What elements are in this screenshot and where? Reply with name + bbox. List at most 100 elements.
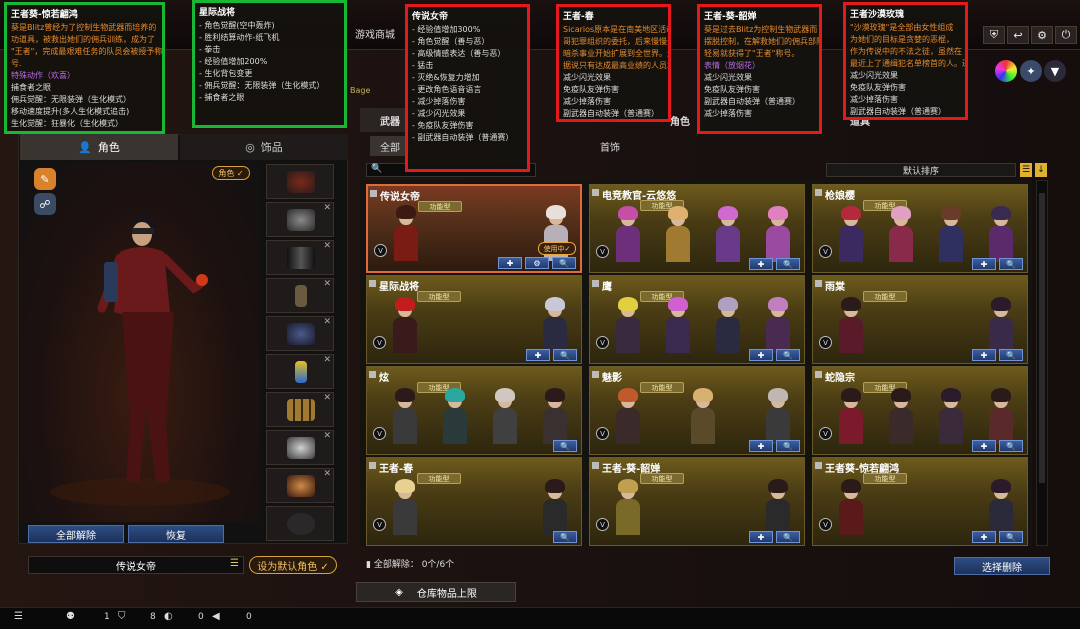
close-icon[interactable]: ✕ <box>323 393 331 403</box>
warehouse-limit-button[interactable]: ◈ 仓库物品上限 <box>356 582 516 602</box>
emblem-icon[interactable]: ▼ <box>1044 60 1066 82</box>
search-icon[interactable]: 🔍 <box>553 531 577 543</box>
search-icon[interactable]: 🔍 <box>776 440 800 452</box>
subtab-all[interactable]: 全部 <box>370 136 410 156</box>
shield-icon[interactable]: ⛨ <box>983 26 1005 44</box>
add-icon[interactable]: ✚ <box>526 349 550 361</box>
voice-icon[interactable]: V <box>596 336 609 349</box>
character-type-icon[interactable]: ✎ <box>34 168 56 190</box>
character-card[interactable]: 魅影 功能型 V ✚ 🔍 <box>589 366 805 455</box>
gear-icon[interactable]: ⚙ <box>1031 26 1053 44</box>
add-icon[interactable]: ✚ <box>749 440 773 452</box>
search-icon[interactable]: 🔍 <box>552 257 576 269</box>
sort-select[interactable]: 默认排序 <box>826 163 1016 177</box>
search-icon[interactable]: 🔍 <box>999 531 1023 543</box>
character-card[interactable]: 王者-春 功能型 V 🔍 <box>366 457 582 546</box>
subtab-accessory[interactable]: 首饰 <box>600 136 620 156</box>
search-icon[interactable]: 🔍 <box>776 531 800 543</box>
nav-game-mall[interactable]: 游戏商城 <box>355 26 395 42</box>
add-icon[interactable]: ✚ <box>972 258 996 270</box>
voice-icon[interactable]: V <box>373 427 386 440</box>
equip-slot[interactable]: ✕ <box>266 202 334 237</box>
voice-icon[interactable]: V <box>373 518 386 531</box>
restore-button[interactable]: 恢复 <box>128 525 224 543</box>
list-icon[interactable]: ☰ <box>230 558 239 569</box>
close-icon[interactable]: ✕ <box>323 469 331 479</box>
character-card[interactable]: 炫功能型 V 🔍 <box>366 366 582 455</box>
voice-icon[interactable]: V <box>819 427 832 440</box>
character-portrait <box>988 477 1014 535</box>
scroll-thumb[interactable] <box>1039 193 1045 483</box>
character-type-icon-2[interactable]: ☍ <box>34 193 56 215</box>
sort-arrow-icon[interactable]: ↓ <box>1035 163 1047 177</box>
return-icon[interactable]: ↩ <box>1007 26 1029 44</box>
equip-slot[interactable]: ✕ <box>266 430 334 465</box>
set-default-button[interactable]: 设为默认角色 ✓ <box>249 556 337 574</box>
equip-slot[interactable]: ✕ <box>266 240 334 275</box>
close-icon[interactable]: ✕ <box>323 355 331 365</box>
character-card[interactable]: 王者-葵-韶婵 功能型 V ✚ 🔍 <box>589 457 805 546</box>
close-icon[interactable]: ✕ <box>323 317 331 327</box>
overlay-line: - 经验值增加300% <box>412 25 481 34</box>
character-card[interactable]: 传说女帝 功能型 V 使用中✓ ✚ ⚙ 🔍 <box>366 184 582 273</box>
tab-accessory[interactable]: ◎ 饰品 <box>180 134 348 160</box>
release-all-button[interactable]: 全部解除 <box>28 525 124 543</box>
voice-icon[interactable]: V <box>373 336 386 349</box>
character-card[interactable]: 蛇隐宗 功能型 V ✚ 🔍 <box>812 366 1028 455</box>
voice-icon[interactable]: V <box>819 518 832 531</box>
search-icon[interactable]: 🔍 <box>999 258 1023 270</box>
tab-character[interactable]: 👤 角色 <box>20 134 178 160</box>
equip-slot[interactable]: ✕ <box>266 316 334 351</box>
list-view-icon[interactable]: ☰ <box>1020 163 1032 177</box>
close-icon[interactable]: ✕ <box>323 279 331 289</box>
chat-icon[interactable]: ◐ <box>164 611 173 622</box>
search-icon[interactable]: 🔍 <box>553 349 577 361</box>
search-icon[interactable]: 🔍 <box>553 440 577 452</box>
voice-icon[interactable]: V <box>596 245 609 258</box>
character-card[interactable]: 雨棠 功能型 V ✚ 🔍 <box>812 275 1028 364</box>
add-icon[interactable]: ✚ <box>498 257 522 269</box>
close-icon[interactable]: ✕ <box>323 431 331 441</box>
voice-icon[interactable]: V <box>819 336 832 349</box>
equip-slot[interactable]: ✕ <box>266 392 334 427</box>
equip-slot[interactable]: ✕ <box>266 354 334 389</box>
menu-icon[interactable]: ☰ <box>14 611 23 622</box>
add-icon[interactable]: ✚ <box>749 258 773 270</box>
search-icon[interactable]: 🔍 <box>999 440 1023 452</box>
voice-icon[interactable]: V <box>596 518 609 531</box>
grid-scrollbar[interactable] <box>1036 180 1048 546</box>
character-card[interactable]: 枪娘樱 功能型 V ✚ 🔍 <box>812 184 1028 273</box>
voice-icon[interactable]: V <box>819 245 832 258</box>
equip-slot-empty[interactable] <box>266 506 334 541</box>
add-icon[interactable]: ✚ <box>749 531 773 543</box>
search-icon[interactable]: 🔍 <box>999 349 1023 361</box>
add-icon[interactable]: ✚ <box>972 440 996 452</box>
add-icon[interactable]: ✚ <box>972 349 996 361</box>
close-icon[interactable]: ✕ <box>323 203 331 213</box>
speaker-icon[interactable]: ◀ <box>212 611 220 622</box>
equip-slot[interactable]: ✕ <box>266 278 334 313</box>
power-icon[interactable]: ⏻ <box>1055 26 1077 44</box>
wand-icon[interactable]: ✦ <box>1020 60 1042 82</box>
voice-icon[interactable]: V <box>374 244 387 257</box>
people-icon[interactable]: ⚉ <box>66 611 75 622</box>
equip-slot[interactable]: ✕ <box>266 468 334 503</box>
search-icon[interactable]: 🔍 <box>776 349 800 361</box>
character-preview[interactable] <box>20 162 260 522</box>
add-icon[interactable]: ✚ <box>749 349 773 361</box>
voice-icon[interactable]: V <box>596 427 609 440</box>
equip-slot[interactable] <box>266 164 334 199</box>
add-icon[interactable]: ✚ <box>972 531 996 543</box>
character-card[interactable]: 鹰功能型 V ✚ 🔍 <box>589 275 805 364</box>
batch-delete-button[interactable]: 选择删除 <box>954 557 1050 575</box>
badge-icon[interactable]: ⛉ <box>118 611 126 622</box>
search-icon[interactable]: 🔍 <box>776 258 800 270</box>
character-card[interactable]: 电竞教官-云悠悠 功能型 V ✚ 🔍 <box>589 184 805 273</box>
role-tag[interactable]: 角色 ✓ <box>212 166 250 180</box>
gear-icon[interactable]: ⚙ <box>525 257 549 269</box>
character-card[interactable]: 星际战将 功能型 V ✚ 🔍 <box>366 275 582 364</box>
character-name-field[interactable]: 传说女帝 <box>28 556 244 574</box>
color-wheel-icon[interactable] <box>995 60 1017 82</box>
character-card[interactable]: 王者葵-惊若翩鸿 功能型 V ✚ 🔍 <box>812 457 1028 546</box>
close-icon[interactable]: ✕ <box>323 241 331 251</box>
